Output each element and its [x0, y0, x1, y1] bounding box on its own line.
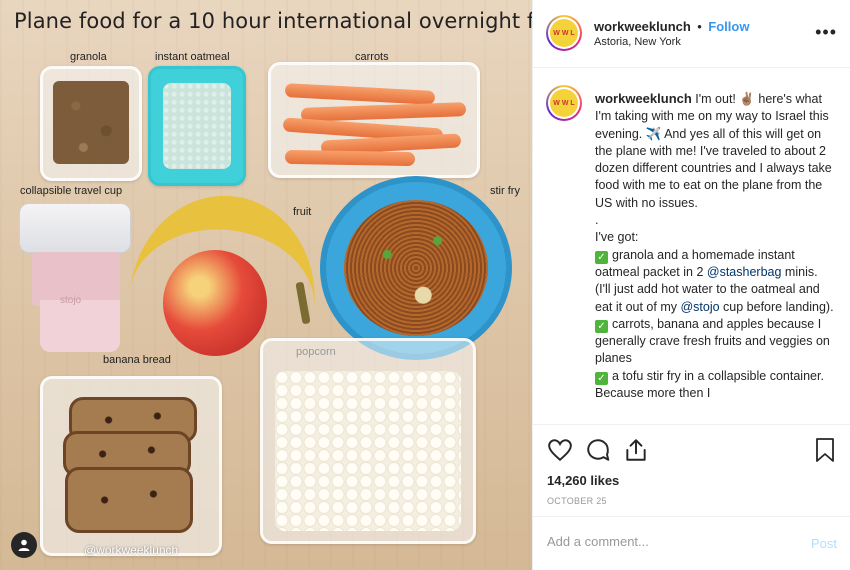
header-username[interactable]: workweeklunch: [594, 19, 691, 34]
carrot-stick: [300, 102, 467, 122]
tagged-users-button[interactable]: [11, 532, 37, 558]
checkmark-icon: ✓: [595, 250, 608, 264]
post-comment-button[interactable]: Post: [811, 536, 837, 551]
caption-intro: I'm out! ✌🏽 here's what I'm taking with …: [595, 92, 832, 210]
post-photo[interactable]: Plane food for a 10 hour international o…: [0, 0, 532, 570]
stir-fry-bowl: [320, 176, 512, 360]
ellipsis-icon[interactable]: •••: [815, 22, 837, 43]
user-icon: [18, 539, 30, 551]
granola-food: [53, 81, 129, 164]
share-icon[interactable]: [623, 437, 649, 463]
carrot-container: [268, 62, 480, 178]
caption-username[interactable]: workweeklunch: [595, 91, 692, 106]
cup-brand-text: stojo: [60, 295, 82, 306]
label-fruit: fruit: [293, 206, 312, 218]
popcorn-container: [260, 338, 476, 544]
mention-link[interactable]: @stasherbag: [707, 265, 782, 279]
oatmeal-container: [148, 66, 246, 186]
label-instant-oatmeal: instant oatmeal: [155, 51, 230, 63]
mention-link[interactable]: @stojo: [680, 300, 719, 314]
caption-item1-c: cup before landing).: [723, 299, 834, 314]
label-stir-fry: stir fry: [490, 185, 520, 197]
post-date: OCTOBER 25: [547, 496, 607, 506]
stir-fry-food: [344, 200, 488, 336]
photo-title-text: Plane food for a 10 hour international o…: [14, 9, 532, 33]
label-granola: granola: [70, 51, 107, 63]
carrot-stick: [284, 149, 416, 167]
carrot-stick: [284, 83, 436, 105]
popcorn-food: [275, 371, 461, 531]
granola-container: [40, 66, 142, 181]
comment-input[interactable]: [547, 534, 787, 549]
label-collapsible-cup: collapsible travel cup: [20, 185, 123, 197]
avatar-logo-text: W W L: [550, 19, 578, 47]
banana-bread-container: [40, 376, 222, 556]
avatar[interactable]: W W L: [546, 15, 582, 51]
likes-count[interactable]: 14,260 likes: [547, 473, 619, 488]
comment-icon[interactable]: [585, 437, 611, 463]
photo-watermark: @workweeklunch: [84, 543, 179, 557]
checkmark-icon: ✓: [595, 371, 608, 385]
caption-ive-got: I've got:: [595, 230, 639, 245]
add-comment-bar: Post: [533, 516, 850, 570]
comments-section[interactable]: W W L workweeklunch I'm out! ✌🏽 here's w…: [533, 68, 850, 424]
post-sidebar: W W L workweeklunch • Follow Astoria, Ne…: [532, 0, 850, 570]
apple: [163, 250, 267, 356]
caption-avatar[interactable]: W W L: [546, 85, 582, 121]
cup-lid: [19, 203, 131, 253]
caption-item3: a tofu stir fry in a collapsible contain…: [595, 368, 824, 401]
checkmark-icon: ✓: [595, 319, 608, 333]
post-caption: workweeklunch I'm out! ✌🏽 here's what I'…: [595, 90, 835, 402]
oatmeal-food: [163, 83, 231, 169]
label-banana-bread: banana bread: [103, 354, 171, 366]
follow-button[interactable]: Follow: [708, 19, 749, 34]
post-actions: 14,260 likes OCTOBER 25: [533, 424, 850, 516]
avatar-logo-text: W W L: [550, 89, 578, 117]
cup-base: [40, 300, 120, 352]
caption-dot: .: [595, 213, 599, 228]
post-header: W W L workweeklunch • Follow Astoria, Ne…: [533, 0, 850, 68]
heart-icon[interactable]: [547, 437, 573, 463]
header-separator: •: [697, 19, 702, 34]
header-location[interactable]: Astoria, New York: [594, 36, 681, 48]
bread-slice: [65, 467, 193, 533]
bookmark-icon[interactable]: [813, 437, 837, 463]
caption-item2: carrots, banana and apples because I gen…: [595, 316, 830, 366]
